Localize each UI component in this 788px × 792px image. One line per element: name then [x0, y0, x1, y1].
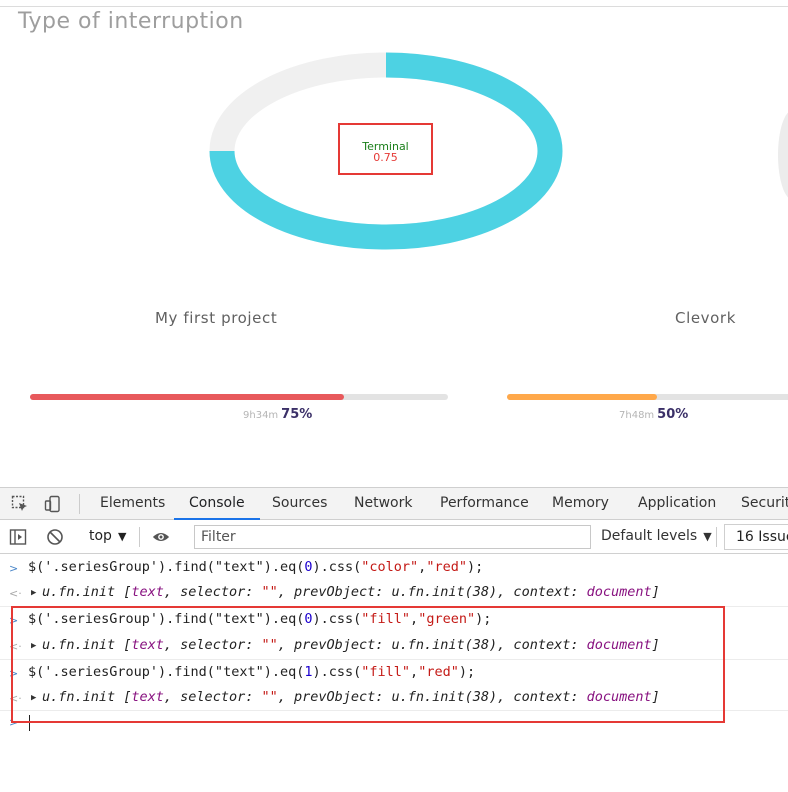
output-prompt-icon: <· — [9, 587, 22, 600]
toolbar-separator — [139, 527, 140, 547]
clear-console-icon[interactable] — [46, 528, 64, 546]
tab-separator — [79, 494, 80, 514]
log-levels-value: Default levels — [601, 528, 698, 544]
eye-icon[interactable] — [152, 528, 170, 546]
project-time-1: 9h34m — [243, 410, 279, 421]
top-divider — [0, 6, 788, 7]
highlight-box — [11, 606, 725, 723]
project-name-1: My first project — [155, 309, 278, 327]
tab-elements[interactable]: Elements — [98, 487, 167, 520]
progress-meta-1: 9h34m 75% — [243, 403, 312, 422]
progress-track-2 — [507, 394, 788, 400]
progress-fill-1 — [30, 394, 344, 400]
log-levels-dropdown[interactable]: Default levels ▼ — [601, 528, 712, 544]
console-command: $('.seriesGroup').find("text").eq(0).css… — [28, 559, 484, 575]
device-toolbar-icon[interactable] — [44, 495, 62, 513]
issues-button[interactable]: 16 Issue — [724, 524, 788, 550]
tab-security[interactable]: Securit — [739, 487, 788, 520]
console-result: u.fn.init [text, selector: "", prevObjec… — [42, 584, 660, 600]
toolbar-separator — [716, 527, 717, 547]
tab-sources[interactable]: Sources — [270, 487, 329, 520]
context-select-value: top — [89, 528, 112, 544]
progress-track-1 — [30, 394, 448, 400]
chevron-down-icon: ▼ — [703, 530, 712, 543]
tab-performance[interactable]: Performance — [438, 487, 531, 520]
show-sidebar-icon[interactable] — [9, 528, 27, 546]
inspect-element-icon[interactable] — [11, 495, 29, 513]
second-donut-chart — [778, 110, 788, 200]
tab-console[interactable]: Console — [174, 487, 260, 520]
donut-series-value: 0.75 — [373, 151, 398, 164]
progress-fill-2 — [507, 394, 657, 400]
input-prompt-icon: > — [9, 562, 19, 575]
tab-network[interactable]: Network — [352, 487, 414, 520]
context-select[interactable]: top ▼ — [89, 528, 126, 544]
project-percent-1: 75% — [281, 407, 313, 422]
console-filter-input[interactable] — [194, 525, 591, 549]
chart-title: Type of interruption — [18, 9, 244, 34]
project-percent-2: 50% — [657, 407, 689, 422]
project-time-2: 7h48m — [619, 410, 655, 421]
chevron-down-icon: ▼ — [117, 530, 127, 543]
expand-triangle-icon[interactable]: ▶ — [31, 588, 36, 598]
progress-meta-2: 7h48m 50% — [619, 403, 688, 422]
donut-center-label: Terminal 0.75 — [338, 123, 433, 175]
tab-memory[interactable]: Memory — [550, 487, 611, 520]
project-name-2: Clevork — [675, 309, 736, 327]
tab-application[interactable]: Application — [636, 487, 718, 520]
